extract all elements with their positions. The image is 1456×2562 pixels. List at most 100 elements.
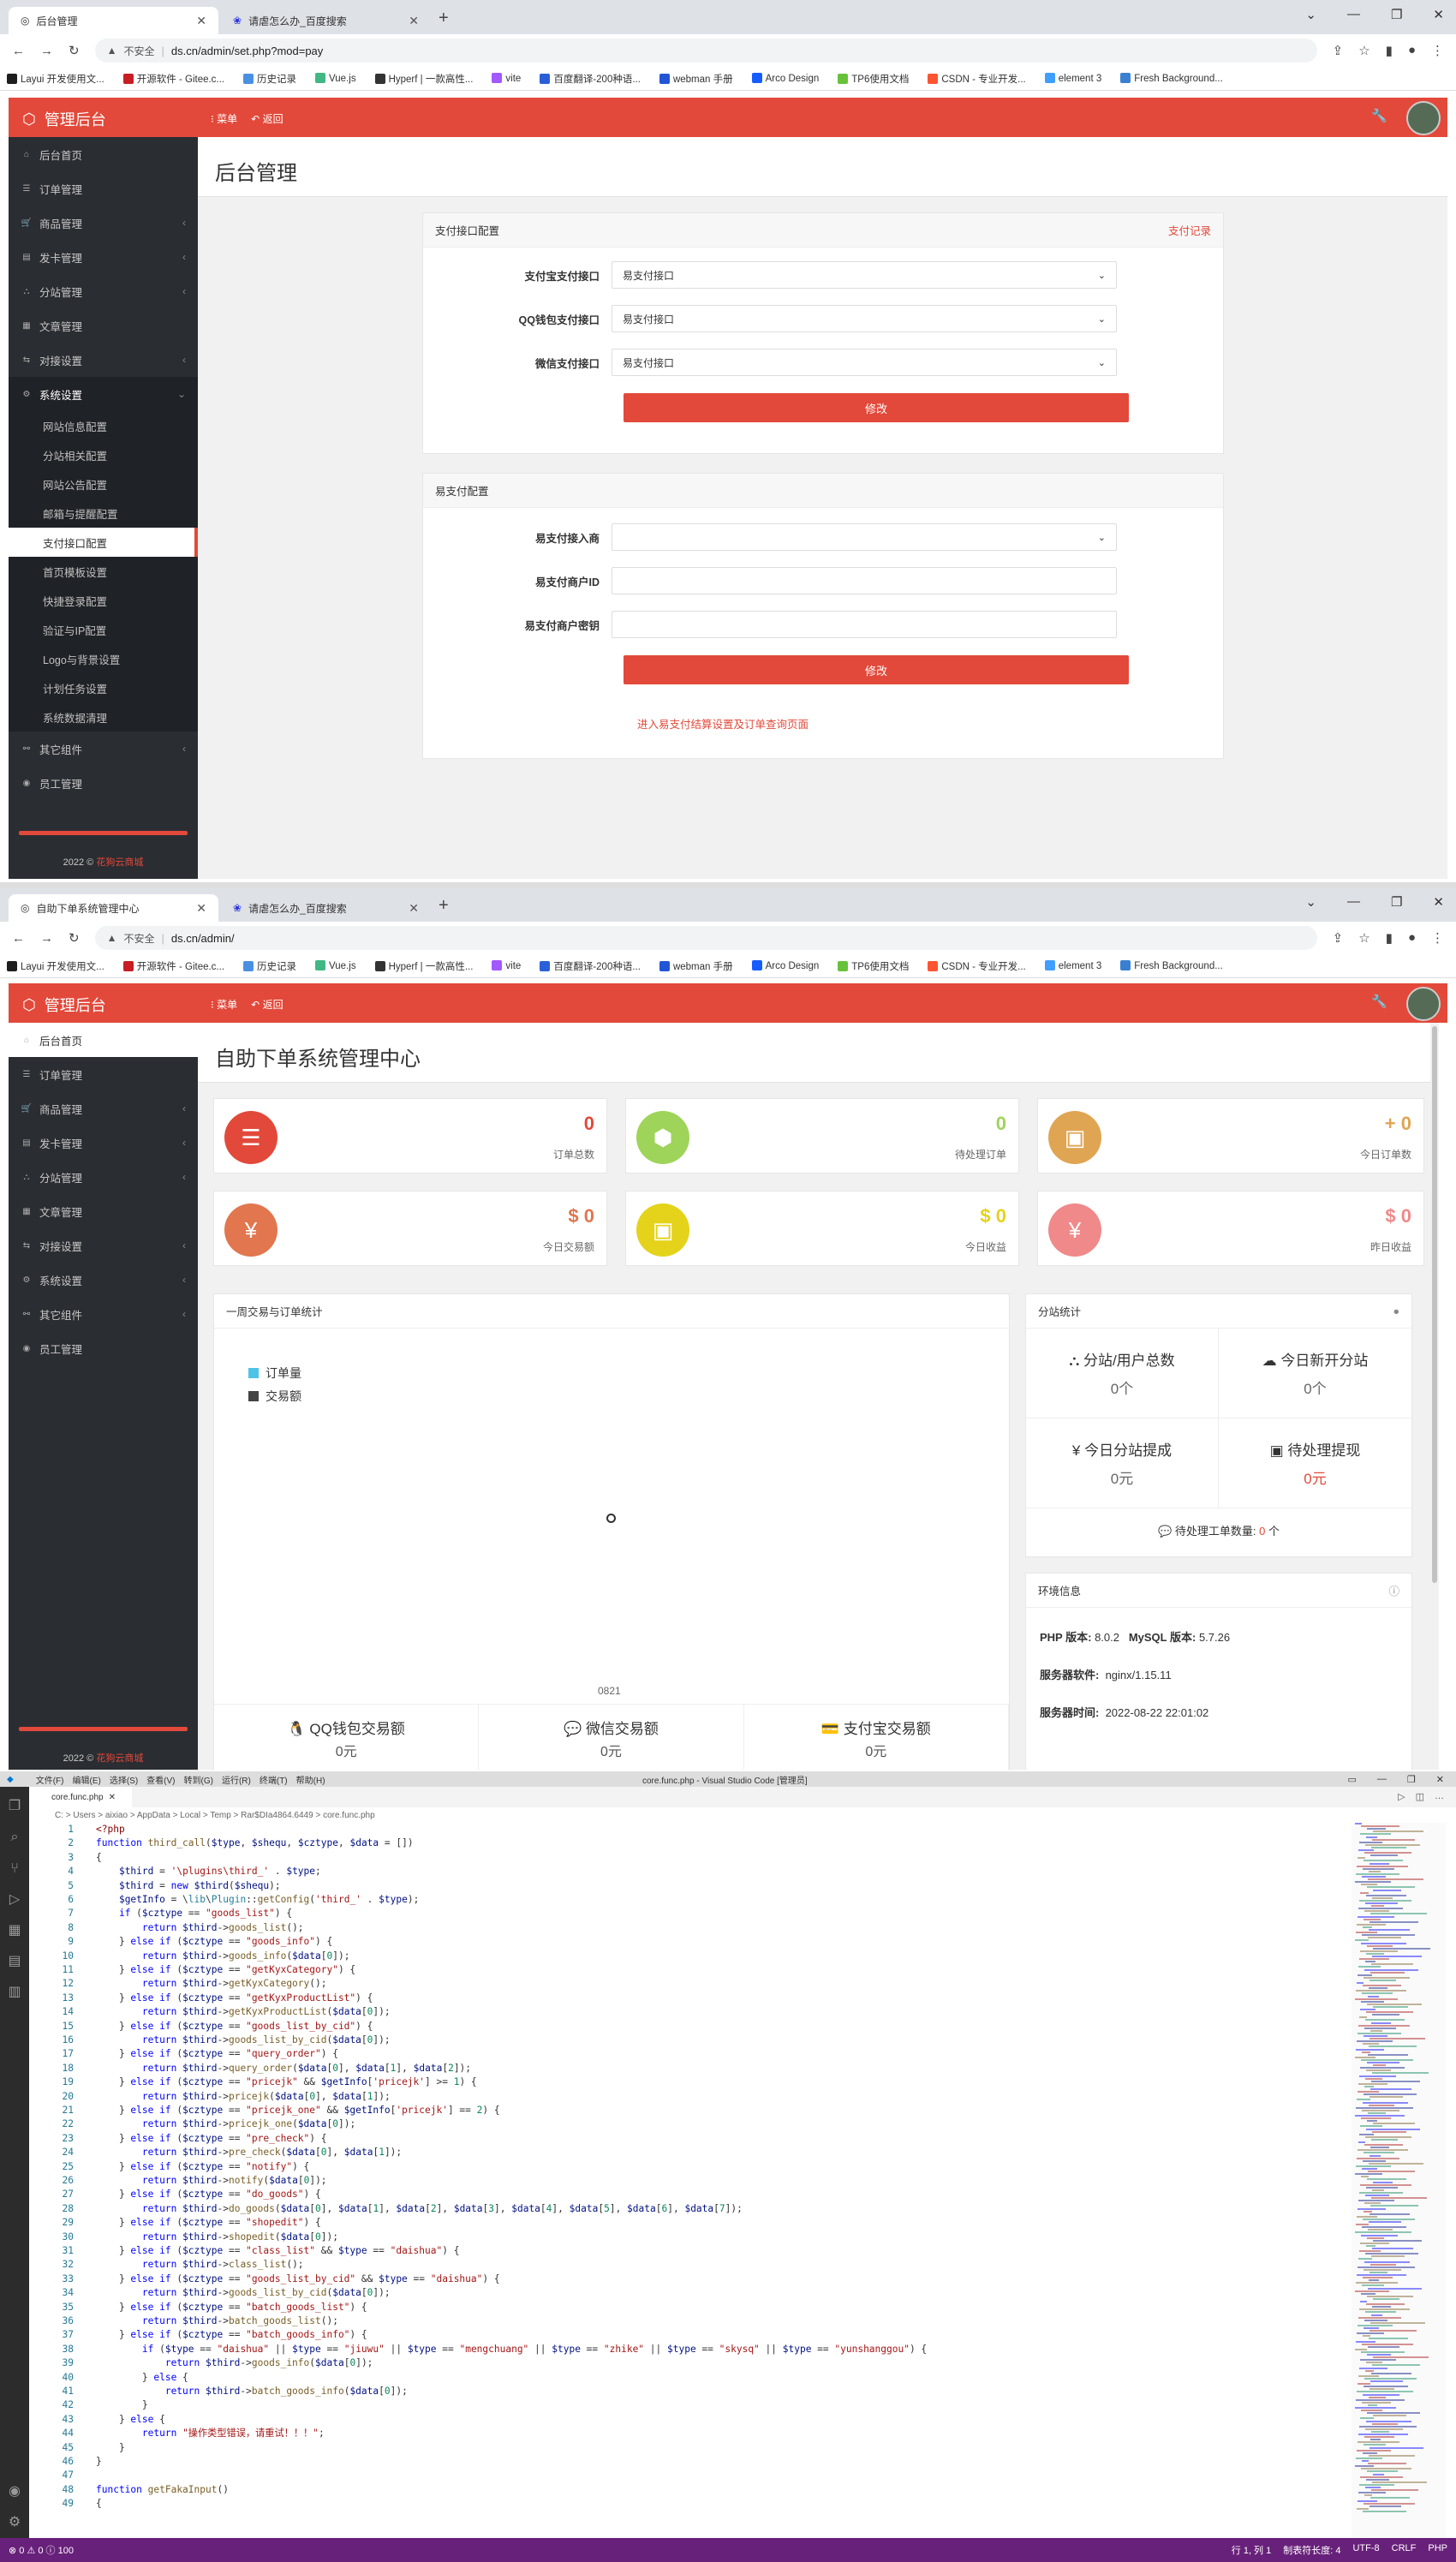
code-line[interactable]: return $third->query_order($data[0], $da… [96,2062,471,2075]
sidebar-icon[interactable]: ▮ [1386,43,1393,58]
code-line[interactable]: return "操作类型错误，请重试！！！"; [96,2427,325,2440]
code-line[interactable]: { [96,2497,102,2511]
sidebar-item[interactable]: ☰ 订单管理 [9,171,198,206]
code-line[interactable]: } else if ($cztype == "pricejk" && $getI… [96,2075,477,2089]
status-item[interactable]: PHP [1428,2543,1447,2557]
sidebar-subitem[interactable]: 支付接口配置 [9,528,198,557]
bookmark-item[interactable]: CSDN - 专业开发... [928,72,1026,86]
sidebar-item[interactable]: ☰ 订单管理 [9,1057,198,1091]
pay-records-link[interactable]: 支付记录 [1168,222,1211,238]
share-icon[interactable]: ⇪ [1333,43,1344,58]
more-icon[interactable]: … [1435,1791,1444,1802]
status-item[interactable]: UTF-8 [1352,2543,1379,2557]
sidebar-item[interactable]: ⌂ 后台首页 [9,1023,198,1057]
wrench-icon[interactable]: 🔧 [1371,108,1387,123]
code-line[interactable]: <?php [96,1823,125,1836]
run-debug-icon[interactable]: ▷ [9,1890,20,1907]
code-line[interactable]: } else { [96,2371,188,2385]
page-scrollbar[interactable] [1430,1023,1439,1770]
copyright-link[interactable]: 花狗云商城 [96,1753,143,1764]
sidebar-item[interactable]: ⇆ 对接设置 ‹ [9,343,198,377]
code-line[interactable]: return $third->batch_goods_info($data[0]… [96,2385,408,2398]
code-line[interactable]: $third = new $third($shequ); [96,1879,281,1893]
code-line[interactable]: } else if ($cztype == "pre_check") { [96,2132,327,2146]
code-editor[interactable]: 1 <?php 2 function third_call($type, $shequ… [29,1823,1348,2538]
database-icon[interactable]: ▥ [8,1983,21,1999]
sidebar-subitem[interactable]: 网站公告配置 [9,469,198,499]
sidebar-item[interactable]: ◉ 员工管理 [9,766,198,800]
menu-item[interactable]: 编辑(E) [72,1773,100,1786]
bookmark-item[interactable]: 百度翻译-200种语... [540,959,641,973]
code-line[interactable]: $getInfo = \lib\Plugin::getConfig('third… [96,1893,419,1907]
close-window-icon[interactable]: ✕ [1433,7,1444,22]
extensions-icon[interactable]: ▦ [8,1921,21,1938]
copyright-link[interactable]: 花狗云商城 [96,857,143,868]
star-icon[interactable]: ☆ [1358,930,1369,946]
bookmark-item[interactable]: 开源软件 - Gitee.c... [122,959,224,973]
profile-icon[interactable]: ● [1408,43,1416,58]
minimize-icon[interactable]: — [1377,1774,1387,1785]
info-icon[interactable]: ⓘ [1388,1582,1399,1598]
reload-icon[interactable]: ↻ [69,930,80,946]
restore-icon[interactable]: ❐ [1407,1774,1416,1785]
sidebar-subitem[interactable]: 计划任务设置 [9,673,198,702]
sidebar-icon[interactable]: ▮ [1386,930,1393,946]
bookmark-item[interactable]: Layui 开发使用文... [7,959,104,973]
browser-tab[interactable]: ❀ 请虐怎么办_百度搜索 ✕ [221,7,431,34]
sidebar-item[interactable]: ⛬ 分站管理 ‹ [9,1160,198,1194]
back-button[interactable]: ↶ 返回 [251,997,283,1012]
code-line[interactable]: } else { [96,2413,165,2427]
sidebar-subitem[interactable]: 邮箱与提醒配置 [9,499,198,528]
bookmark-item[interactable]: webman 手册 [659,72,733,86]
save-epay-config-button[interactable]: 修改 [624,655,1129,684]
wrench-icon[interactable]: 🔧 [1371,994,1387,1009]
new-tab-icon[interactable]: + [439,896,449,916]
code-line[interactable]: } else if ($cztype == "shopedit") { [96,2216,321,2230]
bookmark-item[interactable]: Fresh Background... [1120,73,1223,84]
code-line[interactable]: return $third->goods_list_by_cid($data[0… [96,2033,391,2047]
code-line[interactable]: return $third->class_list(); [96,2258,304,2272]
sidebar-subitem[interactable]: 首页模板设置 [9,557,198,586]
code-line[interactable]: } else if ($cztype == "goods_info") { [96,1935,332,1949]
tab-search-icon[interactable]: ⌄ [1305,894,1316,910]
close-icon[interactable]: ✕ [196,901,206,916]
code-line[interactable]: } else if ($cztype == "notify") { [96,2160,309,2174]
brand[interactable]: ⬡ 管理后台 [22,994,106,1016]
code-line[interactable]: return $third->shopedit($data[0]); [96,2231,338,2244]
code-line[interactable]: if ($cztype == "goods_list") { [96,1907,292,1920]
bookmark-item[interactable]: webman 手册 [659,959,733,973]
source-control-icon[interactable]: ⑂ [10,1860,19,1876]
code-line[interactable]: return $third->pre_check($data[0], $data… [96,2146,402,2159]
forward-icon[interactable]: → [40,931,53,946]
alipay-interface-select[interactable]: 易支付接口 ⌄ [612,261,1117,289]
bookmark-item[interactable]: Hyperf | 一款高性... [374,959,473,973]
bookmark-item[interactable]: element 3 [1044,73,1101,84]
browser-tab-active[interactable]: ◎ 自助下单系统管理中心 ✕ [9,894,218,922]
code-line[interactable]: return $third->goods_info($data[0]); [96,2356,373,2370]
url-field[interactable]: ▲ 不安全 | ds.cn/admin/ [94,926,1317,950]
sidebar-item[interactable]: ◉ 员工管理 [9,1331,198,1365]
epay-settlement-link[interactable]: 进入易支付结算设置及订单查询页面 [637,715,809,732]
forward-icon[interactable]: → [40,44,53,58]
code-line[interactable]: } [96,2455,102,2469]
browser-tab[interactable]: ❀ 请虐怎么办_百度搜索 ✕ [221,894,431,922]
sidebar-item[interactable]: ⛬ 分站管理 ‹ [9,274,198,308]
code-line[interactable]: } else if ($cztype == "query_order") { [96,2047,338,2061]
sidebar-item[interactable]: 🛒 商品管理 ‹ [9,1091,198,1126]
back-icon[interactable]: ← [12,44,25,58]
status-item[interactable]: CRLF [1392,2543,1417,2557]
more-icon[interactable]: ⋮ [1431,930,1444,946]
sidebar-subitem[interactable]: 系统数据清理 [9,702,198,732]
menu-item[interactable]: 选择(S) [110,1773,138,1786]
status-item[interactable]: 行 1, 列 1 [1232,2543,1271,2557]
code-line[interactable]: return $third->pricejk_one($data[0]); [96,2117,355,2131]
menu-item[interactable]: 帮助(H) [296,1773,325,1786]
sidebar-item[interactable]: ⚯ 其它组件 ‹ [9,732,198,766]
problems-indicator[interactable]: ⊗ 0 ⚠ 0 ⓘ 100 [9,2543,74,2557]
brand[interactable]: ⬡ 管理后台 [22,108,106,130]
sidebar-subitem[interactable]: Logo与背景设置 [9,644,198,673]
sidebar-item[interactable]: ⌂ 后台首页 [9,137,198,171]
bookmark-item[interactable]: 开源软件 - Gitee.c... [122,72,224,86]
restore-icon[interactable]: ❐ [1391,894,1402,910]
sidebar-item[interactable]: ▦ 文章管理 [9,1194,198,1228]
